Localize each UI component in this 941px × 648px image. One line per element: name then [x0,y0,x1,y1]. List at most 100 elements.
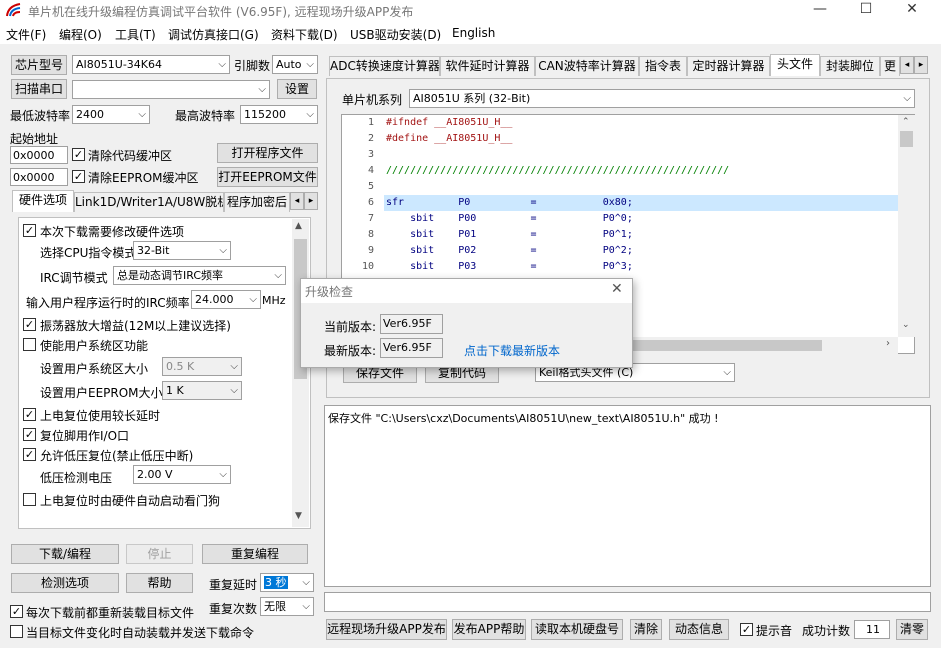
scan-port-button[interactable]: 扫描串口 [11,79,67,99]
clear-eeprom-checkbox[interactable]: ✓ [72,170,85,183]
right-tab-scroll-left-button[interactable]: ◂ [900,56,914,74]
open-program-button[interactable]: 打开程序文件 [217,143,318,163]
eeprom-size-label: 设置用户EEPROM大小 [40,386,163,400]
minimize-button[interactable]: — [797,0,843,20]
reprogram-button[interactable]: 重复编程 [202,544,308,564]
tab-hardware[interactable]: 硬件选项 [12,190,74,212]
right-tab-scroll-right-button[interactable]: ▸ [914,56,928,74]
publish-help-button[interactable]: 发布APP帮助 [452,619,526,640]
chevron-down-icon: ⌵ [230,361,238,372]
chevron-down-icon: ⌵ [218,59,226,70]
sys-size-select[interactable]: 0.5 K ⌵ [162,357,242,376]
max-baud-select[interactable]: 115200 ⌵ [240,105,318,124]
scroll-up-icon: ▲ [295,221,302,231]
menu-usb[interactable]: USB驱动安装(D) [350,26,441,43]
modify-hw-checkbox[interactable]: ✓ [23,224,36,237]
reload-checkbox[interactable]: ✓ [10,605,23,618]
download-button[interactable]: 下载/编程 [11,544,119,564]
download-latest-link[interactable]: 点击下载最新版本 [464,342,560,359]
tab-link1d[interactable]: Link1D/Writer1A/U8W脱机 [74,192,224,212]
stop-button[interactable]: 停止 [126,544,193,564]
pins-select[interactable]: Auto ⌵ [272,55,318,74]
repeat-delay-select[interactable]: 3 秒 ⌵ [260,573,314,592]
settings-button[interactable]: 设置 [277,79,317,99]
irc-freq-select[interactable]: 24.000 ⌵ [191,290,261,309]
code-text: #define __AI8051U_H__ [386,133,513,144]
read-disk-button[interactable]: 读取本机硬盘号 [531,619,623,640]
clear-code-checkbox[interactable]: ✓ [72,148,85,161]
code-vscroll-thumb[interactable] [900,131,913,147]
modify-hw-label: 本次下载需要修改硬件选项 [40,225,185,239]
port-select[interactable]: ⌵ [72,80,270,99]
auto-send-label: 当目标文件变化时自动装载并发送下载命令 [26,626,255,640]
open-eeprom-button[interactable]: 打开EEPROM文件 [217,167,318,187]
tab-encrypt[interactable]: 程序加密后 [224,192,290,212]
repeat-count-select[interactable]: 无限 ⌵ [260,597,314,616]
menu-program[interactable]: 编程(O) [59,26,102,43]
dynamic-info-button[interactable]: 动态信息 [669,619,729,640]
dialog-titlebar: 升级检查 ✕ [301,279,632,303]
auto-send-checkbox[interactable] [10,625,23,638]
reset-io-checkbox[interactable]: ✓ [23,428,36,441]
progress-bar [324,592,931,612]
line-number: 8 [367,229,374,240]
repeat-delay-label: 重复延时 [209,578,258,592]
dialog-title: 升级检查 [305,285,354,299]
publish-app-button[interactable]: 远程现场升级APP发布 [326,619,447,640]
eeprom-address-input[interactable]: 0x0000 [10,168,68,186]
tab-delay-calc[interactable]: 软件延时计算器 [440,56,535,76]
hw-scrollbar[interactable]: ▲ ▼ [292,219,309,527]
menu-tools[interactable]: 工具(T) [115,26,156,43]
sys-area-checkbox[interactable] [23,338,36,351]
right-tab-strip: ADC转换速度计算器 软件延时计算器 CAN波特率计算器 指令表 定时器计算器 … [329,54,929,78]
osc-gain-checkbox[interactable]: ✓ [23,318,36,331]
tab-instructions[interactable]: 指令表 [639,56,687,76]
help-button[interactable]: 帮助 [126,573,193,593]
current-version-label: 当前版本: [324,320,377,334]
code-address-input[interactable]: 0x0000 [10,146,68,164]
menu-english[interactable]: English [452,26,495,40]
close-button[interactable]: ✕ [889,0,935,20]
max-baud-value: 115200 [244,108,286,121]
menu-download[interactable]: 资料下载(D) [271,26,338,43]
eeprom-size-select[interactable]: 1 K ⌵ [162,381,242,400]
tab-scroll-right-button[interactable]: ▸ [304,192,318,210]
code-hscroll-thumb[interactable] [632,340,822,351]
code-vscrollbar[interactable]: ⌃ ⌄ [898,115,915,337]
scroll-right-icon: › [886,338,890,349]
tab-more[interactable]: 更 [880,56,900,76]
menu-debug[interactable]: 调试仿真接口(G) [168,26,259,43]
lv-select[interactable]: 2.00 V ⌵ [133,465,231,484]
cpu-mode-select[interactable]: 32-Bit ⌵ [133,241,231,260]
clear-log-button[interactable]: 清除 [630,619,662,640]
chevron-down-icon: ⌵ [306,59,314,70]
chip-select[interactable]: AI8051U-34K64 ⌵ [72,55,230,74]
tab-timer-calc[interactable]: 定时器计算器 [687,56,770,76]
scroll-up-icon: ⌃ [902,117,910,127]
detect-options-button[interactable]: 检测选项 [11,573,119,593]
mcu-series-select[interactable]: AI8051U 系列 (32-Bit) ⌵ [409,89,915,108]
beep-label: 提示音 [756,624,793,638]
tab-can-calc[interactable]: CAN波特率计算器 [535,56,639,76]
tab-header-file[interactable]: 头文件 [770,54,820,76]
tab-adc-calc[interactable]: ADC转换速度计算器 [329,56,440,76]
code-line: 8 sbit P01 = P0^1; [342,227,898,243]
dialog-close-icon[interactable]: ✕ [611,281,623,297]
menu-file[interactable]: 文件(F) [6,26,46,43]
beep-checkbox[interactable]: ✓ [740,623,753,636]
long-delay-checkbox[interactable]: ✓ [23,408,36,421]
lvr-checkbox[interactable]: ✓ [23,448,36,461]
chip-type-button[interactable]: 芯片型号 [11,55,67,75]
min-baud-select[interactable]: 2400 ⌵ [72,105,150,124]
maximize-button[interactable]: ☐ [843,0,889,20]
pins-label: 引脚数 [234,59,271,73]
reset-count-button[interactable]: 清零 [896,619,928,640]
irc-mode-select[interactable]: 总是动态调节IRC频率 ⌵ [113,266,286,285]
current-version-value: Ver6.95F [380,314,443,334]
tab-package-pins[interactable]: 封装脚位 [820,56,880,76]
line-number: 2 [367,133,374,144]
wdt-checkbox[interactable] [23,493,36,506]
tab-scroll-left-button[interactable]: ◂ [290,192,304,210]
max-baud-label: 最高波特率 [175,109,236,123]
log-area[interactable]: 保存文件 "C:\Users\cxz\Documents\AI8051U\new… [324,405,931,587]
